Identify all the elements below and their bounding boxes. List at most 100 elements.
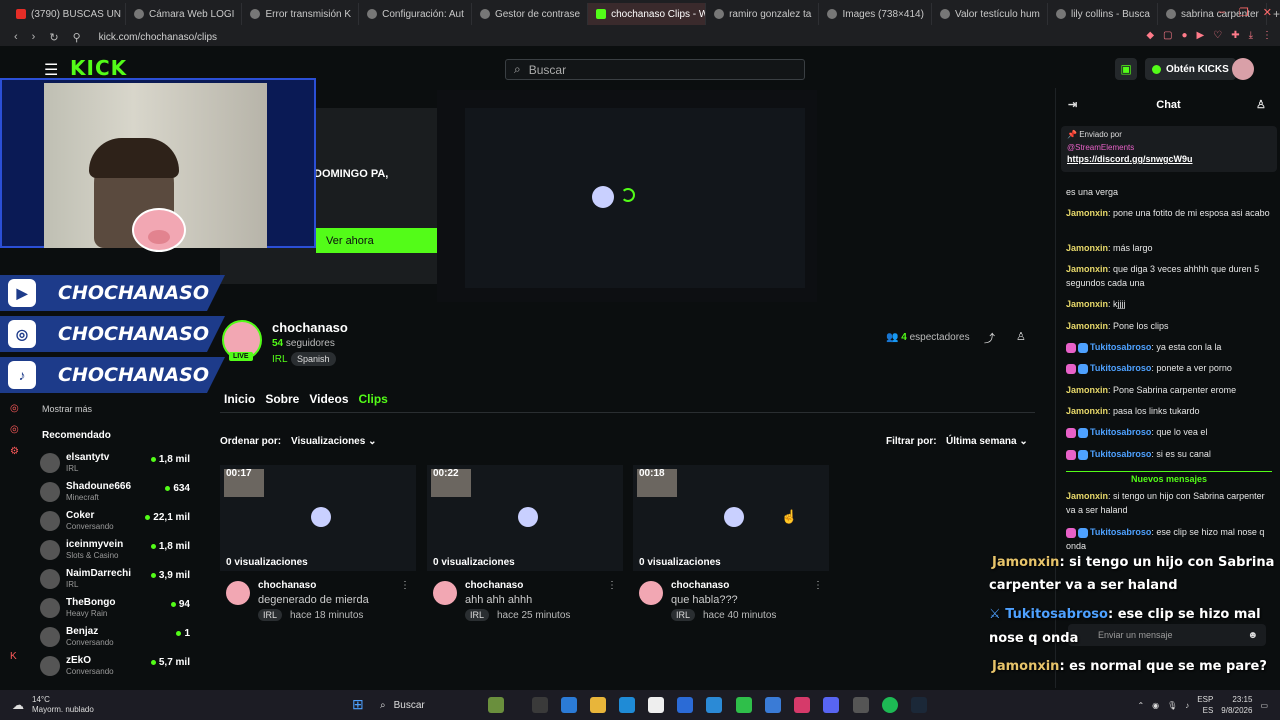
- browse-icon[interactable]: ◎: [10, 424, 19, 435]
- clip-tag[interactable]: IRL: [671, 609, 696, 621]
- order-dropdown[interactable]: Visualizaciones ⌄: [291, 436, 376, 447]
- kick-small-icon[interactable]: K: [10, 651, 17, 662]
- pinned-user[interactable]: @StreamElements: [1067, 143, 1271, 152]
- filter-dropdown[interactable]: Última semana ⌄: [946, 436, 1028, 447]
- browser-tab[interactable]: (3790) BUSCAS UN: [8, 3, 126, 25]
- clip-title[interactable]: que habla???: [671, 594, 738, 606]
- mic-icon[interactable]: 🎙: [1167, 701, 1177, 710]
- get-kicks-button[interactable]: Obtén KICKS: [1145, 58, 1236, 80]
- tab-sobre[interactable]: Sobre: [265, 392, 299, 406]
- emoji-icon[interactable]: ☻: [1247, 630, 1258, 641]
- spotify-icon[interactable]: [882, 697, 898, 713]
- whatsapp-icon[interactable]: [736, 697, 752, 713]
- chevron-up-icon[interactable]: ⌃: [1137, 701, 1144, 710]
- clip-author[interactable]: chochanaso: [465, 580, 523, 591]
- recommended-channel[interactable]: elsantytv IRL 1,8 mil: [40, 450, 190, 478]
- clip-tag[interactable]: IRL: [465, 609, 490, 621]
- language-indicator[interactable]: ESP ES: [1197, 694, 1213, 716]
- clip-thumbnail[interactable]: [427, 465, 623, 571]
- following-icon[interactable]: ◎: [10, 403, 19, 414]
- menu-dots-icon[interactable]: ⋮: [1262, 30, 1272, 41]
- recommended-channel[interactable]: Shadoune666 Minecraft 634: [40, 479, 190, 507]
- browser-tab[interactable]: Configuración: Aut: [359, 3, 472, 25]
- user-avatar[interactable]: [1232, 58, 1254, 80]
- windows-start-icon[interactable]: ⊞: [352, 696, 364, 713]
- clip-card[interactable]: 00:22 0 visualizaciones chochanaso ahh a…: [427, 465, 623, 630]
- forward-icon[interactable]: ›: [32, 31, 36, 43]
- chat-users-icon[interactable]: ♙: [1256, 98, 1266, 111]
- clip-author[interactable]: chochanaso: [671, 580, 729, 591]
- search-input[interactable]: ⌕ Buscar: [505, 59, 805, 80]
- clip-title[interactable]: degenerado de mierda: [258, 594, 369, 606]
- discord-icon[interactable]: [823, 697, 839, 713]
- browser-tab[interactable]: Cámara Web LOGI: [126, 3, 243, 25]
- category-link[interactable]: IRL: [272, 354, 288, 365]
- close-icon[interactable]: ✕: [1263, 6, 1272, 19]
- opera-icon[interactable]: [794, 697, 810, 713]
- clip-tag[interactable]: IRL: [258, 609, 283, 621]
- edge-icon[interactable]: [619, 697, 635, 713]
- settings-icon[interactable]: ⚙: [10, 446, 19, 457]
- back-icon[interactable]: ‹: [14, 31, 18, 43]
- clip-thumbnail[interactable]: [633, 465, 829, 571]
- clip-card[interactable]: 00:17 0 visualizaciones chochanaso degen…: [220, 465, 416, 630]
- volume-icon[interactable]: ♪: [1185, 701, 1189, 710]
- minimize-icon[interactable]: –: [1219, 6, 1225, 19]
- watch-now-button[interactable]: Ver ahora: [316, 228, 453, 253]
- extension-icon[interactable]: ◆: [1146, 30, 1154, 41]
- clip-card[interactable]: 00:18 0 visualizaciones chochanaso que h…: [633, 465, 829, 630]
- clock[interactable]: 23:15 9/8/2026: [1221, 694, 1252, 716]
- tab-clips[interactable]: Clips: [359, 392, 388, 406]
- browser-tab-active[interactable]: chochanaso Clips - Watch: [588, 3, 707, 25]
- reload-icon[interactable]: ↻: [49, 31, 58, 44]
- browser-tab[interactable]: Images (738×414): [819, 3, 933, 25]
- kick-logo[interactable]: KICK: [70, 56, 127, 80]
- more-options-icon[interactable]: ⋮: [607, 580, 617, 591]
- more-options-icon[interactable]: ⋮: [400, 580, 410, 591]
- notifications-icon[interactable]: ▭: [1260, 701, 1268, 710]
- clip-thumbnail[interactable]: [220, 465, 416, 571]
- tab-videos[interactable]: Videos: [309, 392, 348, 406]
- network-icon[interactable]: ◉: [1152, 701, 1159, 710]
- browser-tab[interactable]: lily collins - Busca: [1048, 3, 1159, 25]
- steam-icon[interactable]: [911, 697, 927, 713]
- share-icon[interactable]: ⤴: [984, 330, 995, 346]
- copilot-app-icon[interactable]: [488, 697, 504, 713]
- browser-tab[interactable]: Valor testículo hum: [932, 3, 1048, 25]
- url-field[interactable]: kick.com/chochanaso/clips: [99, 32, 217, 43]
- chat-message-input[interactable]: Enviar un mensaje ☻: [1068, 624, 1266, 646]
- taskbar-search[interactable]: ⌕ Buscar: [380, 694, 480, 716]
- recommended-channel[interactable]: NaimDarrechi IRL 3,9 mil: [40, 566, 190, 594]
- recommended-channel[interactable]: zEkO Conversando 5,7 mil: [40, 653, 190, 681]
- new-tab-icon[interactable]: +: [1273, 7, 1280, 21]
- extension-icon[interactable]: ▶: [1197, 30, 1205, 41]
- follow-user-icon[interactable]: ♙: [1016, 330, 1026, 343]
- browser-tab[interactable]: Gestor de contrase: [472, 3, 589, 25]
- extension-icon[interactable]: ✚: [1231, 30, 1239, 41]
- more-options-icon[interactable]: ⋮: [813, 580, 823, 591]
- app-icon[interactable]: [706, 697, 722, 713]
- weather-widget[interactable]: 14°C Mayorm. nublado: [32, 695, 94, 715]
- clip-author[interactable]: chochanaso: [258, 580, 316, 591]
- browser-tab[interactable]: ramiro gonzalez ta: [706, 3, 820, 25]
- mail-icon[interactable]: [677, 697, 693, 713]
- clip-title[interactable]: ahh ahh ahhh: [465, 594, 532, 606]
- task-view-icon[interactable]: [532, 697, 548, 713]
- browser-tab[interactable]: Error transmisión K: [242, 3, 360, 25]
- site-info-icon[interactable]: ⚲: [73, 31, 81, 44]
- recommended-channel[interactable]: Benjaz Conversando 1: [40, 624, 190, 652]
- app-icon[interactable]: [853, 697, 869, 713]
- file-explorer-icon[interactable]: [590, 697, 606, 713]
- gift-icon[interactable]: ▣: [1115, 58, 1137, 80]
- restore-icon[interactable]: ❐: [1239, 6, 1249, 19]
- new-messages-divider[interactable]: Nuevos mensajes: [1066, 471, 1272, 484]
- recommended-channel[interactable]: TheBongo Heavy Rain 94: [40, 595, 190, 623]
- video-player[interactable]: [437, 90, 817, 302]
- tab-inicio[interactable]: Inicio: [224, 392, 255, 406]
- copilot-icon[interactable]: [561, 697, 577, 713]
- clip-author-avatar[interactable]: [433, 581, 457, 605]
- recommended-channel[interactable]: iceinmyvein Slots & Casino 1,8 mil: [40, 537, 190, 565]
- show-more-link[interactable]: Mostrar más: [42, 404, 92, 414]
- clip-author-avatar[interactable]: [639, 581, 663, 605]
- app-icon[interactable]: [765, 697, 781, 713]
